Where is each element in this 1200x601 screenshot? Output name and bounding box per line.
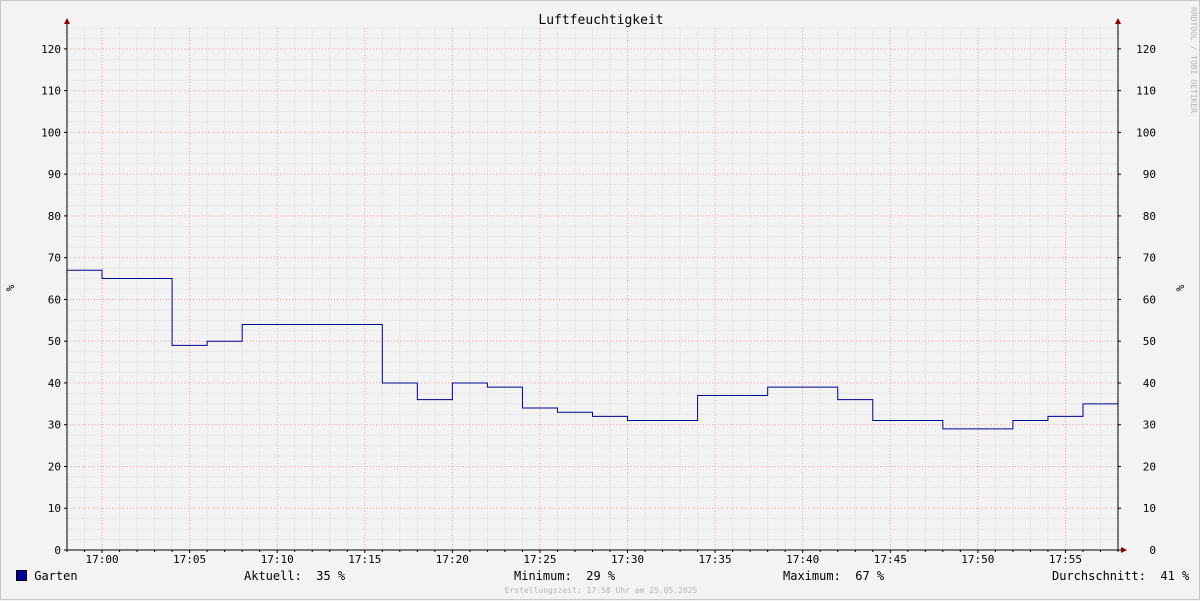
y-tick-label-right: 70 bbox=[1143, 252, 1156, 265]
y-tick-label-left: 40 bbox=[48, 377, 61, 390]
axes bbox=[64, 18, 1127, 553]
y-tick-label-right: 30 bbox=[1143, 419, 1156, 432]
legend-maximum-value: 67 % bbox=[855, 569, 885, 583]
legend-maximum-label: Maximum: bbox=[783, 569, 841, 583]
y-tick-label-left: 50 bbox=[48, 335, 61, 348]
y-tick-label-right: 90 bbox=[1143, 168, 1156, 181]
y-tick-label-left: 80 bbox=[48, 210, 61, 223]
x-tick-label: 17:00 bbox=[85, 553, 118, 566]
y-tick-label-left: 60 bbox=[48, 293, 61, 306]
legend-aktuell-value: 35 % bbox=[316, 569, 346, 583]
chart-frame: Luftfeuchtigkeit % % 0 10 20 30 40 50 60 70 80 90… bbox=[0, 0, 1200, 600]
legend-minimum-label: Minimum: bbox=[514, 569, 572, 583]
y-tick-label-right: 50 bbox=[1143, 335, 1156, 348]
y-tick-label-right: 60 bbox=[1143, 293, 1156, 306]
legend-average: Durchschnitt: 41 % bbox=[1052, 569, 1189, 583]
x-tick-label: 17:15 bbox=[348, 553, 381, 566]
legend-series: Garten bbox=[16, 569, 78, 583]
x-tick-label: 17:30 bbox=[611, 553, 644, 566]
y-axis-arrow-right bbox=[1115, 18, 1121, 24]
legend-minimum: Minimum: 29 % bbox=[514, 569, 615, 583]
legend-aktuell: Aktuell: 35 % bbox=[244, 569, 345, 583]
y-tick-label-right: 80 bbox=[1143, 210, 1156, 223]
x-tick-label: 17:05 bbox=[173, 553, 206, 566]
grid-minor bbox=[66, 27, 1119, 550]
y-tick-label-left: 70 bbox=[48, 252, 61, 265]
y-tick-label-left: 120 bbox=[41, 43, 61, 56]
creation-time: Erstellungszeit: 17:58 Uhr am 25.05.2025 bbox=[504, 586, 698, 595]
y-tick-label-right: 0 bbox=[1149, 544, 1156, 557]
y-axis-arrow-left bbox=[64, 18, 70, 24]
legend-average-label: Durchschnitt: bbox=[1052, 569, 1146, 583]
chart: Luftfeuchtigkeit % % 0 10 20 30 40 50 60 70 80 90… bbox=[4, 13, 1187, 566]
x-tick-label: 17:40 bbox=[786, 553, 819, 566]
legend-swatch bbox=[16, 570, 27, 581]
y-tick-label-left: 110 bbox=[41, 85, 61, 98]
y-tick-label-right: 100 bbox=[1136, 126, 1156, 139]
legend-aktuell-label: Aktuell: bbox=[244, 569, 302, 583]
y-tick-label-left: 30 bbox=[48, 419, 61, 432]
y-tick-label-left: 10 bbox=[48, 502, 61, 515]
x-tick-label: 17:20 bbox=[436, 553, 469, 566]
y-axis-label-left: % bbox=[4, 284, 17, 291]
y-tick-label-right: 20 bbox=[1143, 460, 1156, 473]
x-tick-labels: 17:00 17:05 17:10 17:15 17:20 17:25 17:30 17:35… bbox=[85, 553, 1082, 566]
y-tick-label-right: 110 bbox=[1136, 85, 1156, 98]
y-tick-label-right: 10 bbox=[1143, 502, 1156, 515]
x-tick-label: 17:10 bbox=[261, 553, 294, 566]
x-tick-label: 17:45 bbox=[874, 553, 907, 566]
y-tick-label-left: 100 bbox=[41, 126, 61, 139]
legend-average-value: 41 % bbox=[1160, 569, 1190, 583]
y-tick-label-right: 120 bbox=[1136, 43, 1156, 56]
x-tick-label: 17:55 bbox=[1049, 553, 1082, 566]
y-axis-label-right: % bbox=[1174, 284, 1187, 291]
legend-series-name: Garten bbox=[34, 569, 78, 583]
x-tick-label: 17:25 bbox=[523, 553, 556, 566]
y-tick-label-left: 20 bbox=[48, 460, 61, 473]
legend-maximum: Maximum: 67 % bbox=[783, 569, 884, 583]
legend-minimum-value: 29 % bbox=[586, 569, 616, 583]
y-tick-labels-right: 0 10 20 30 40 50 60 70 80 90 100 110 120 bbox=[1136, 43, 1156, 557]
x-tick-label: 17:50 bbox=[961, 553, 994, 566]
y-tick-label-right: 40 bbox=[1143, 377, 1156, 390]
y-tick-label-left: 90 bbox=[48, 168, 61, 181]
chart-title: Luftfeuchtigkeit bbox=[538, 13, 663, 28]
y-tick-labels-left: 0 10 20 30 40 50 60 70 80 90 100 110 120 bbox=[41, 43, 61, 557]
rrdtool-watermark: RRDTOOL / TOBI OETIKER bbox=[1189, 7, 1198, 113]
x-tick-label: 17:35 bbox=[699, 553, 732, 566]
x-axis-arrow bbox=[1121, 547, 1127, 553]
y-tick-label-left: 0 bbox=[54, 544, 61, 557]
